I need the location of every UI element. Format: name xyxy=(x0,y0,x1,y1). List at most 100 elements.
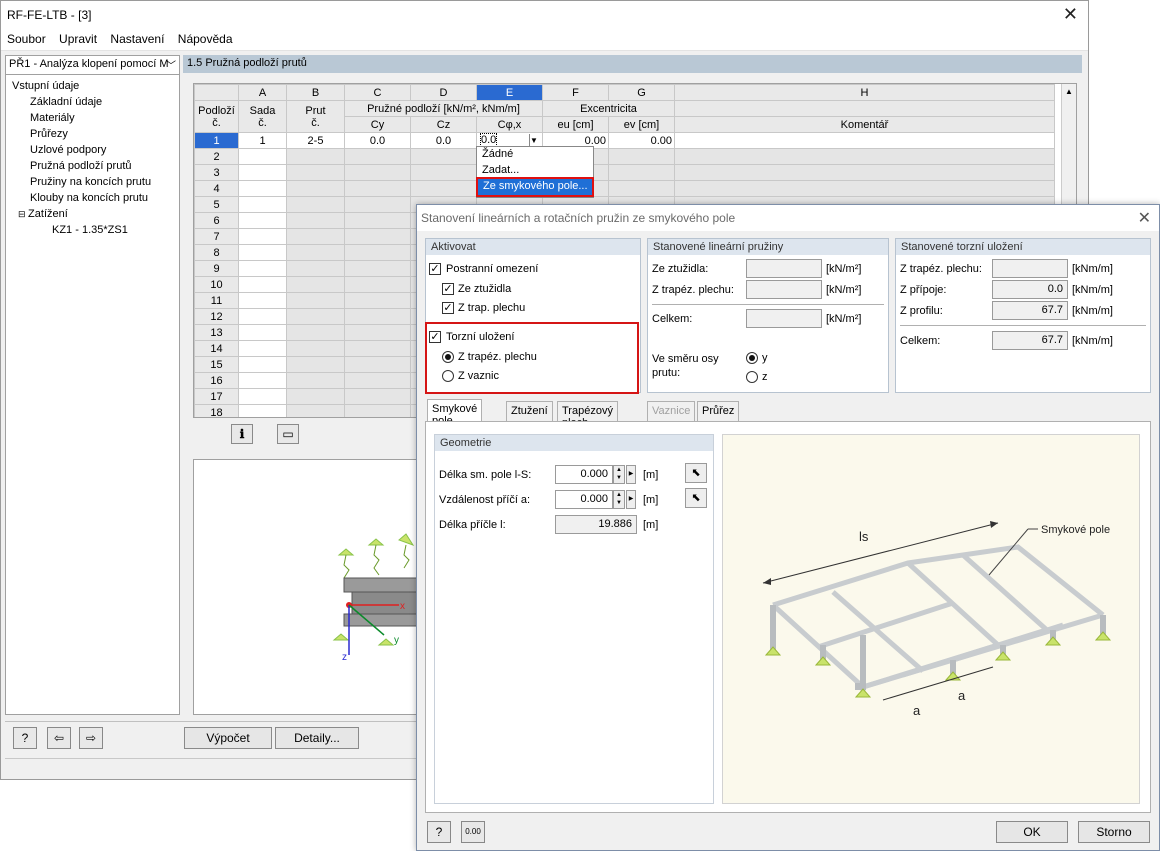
cell-cy[interactable]: 0.0 xyxy=(344,132,411,149)
chevron-down-icon[interactable]: ﹀ xyxy=(166,57,176,72)
table-cell[interactable] xyxy=(344,196,411,213)
help-icon[interactable]: ? xyxy=(13,727,37,749)
lateral-restraint-checkbox[interactable]: ✓ xyxy=(429,263,441,275)
menu-settings[interactable]: Nastavení xyxy=(104,29,168,46)
table-cell[interactable] xyxy=(344,388,411,405)
table-cell[interactable] xyxy=(238,356,287,373)
table-cell[interactable] xyxy=(286,340,345,357)
table-cell[interactable] xyxy=(286,148,345,165)
row-number[interactable]: 14 xyxy=(194,340,239,357)
row-number[interactable]: 2 xyxy=(194,148,239,165)
table-cell[interactable] xyxy=(674,180,1055,197)
table-cell[interactable] xyxy=(238,340,287,357)
table-cell[interactable] xyxy=(286,388,345,405)
tree-item-general-data[interactable]: Základní údaje xyxy=(6,94,151,110)
table-cell[interactable] xyxy=(286,212,345,229)
tab-cross-section[interactable]: Průřez xyxy=(697,401,740,421)
row-number[interactable]: 4 xyxy=(194,180,239,197)
table-cell[interactable] xyxy=(238,388,287,405)
dialog-close-icon[interactable]: ✕ xyxy=(1138,208,1151,228)
table-cell[interactable] xyxy=(344,404,411,417)
purlin-spacing-input[interactable]: 0.000 xyxy=(555,490,613,509)
tree-item-member-foundations[interactable]: Pružná podloží prutů xyxy=(6,158,151,174)
table-cell[interactable] xyxy=(286,292,345,309)
row-number[interactable]: 11 xyxy=(194,292,239,309)
table-cell[interactable] xyxy=(344,148,411,165)
table-cell[interactable] xyxy=(344,212,411,229)
calculate-button[interactable]: Výpočet xyxy=(184,727,272,749)
cancel-button[interactable]: Storno xyxy=(1078,821,1150,843)
table-cell[interactable] xyxy=(286,372,345,389)
tree-collapse-icon[interactable]: ⊟ xyxy=(18,209,28,219)
table-cell[interactable] xyxy=(286,356,345,373)
dropdown-item-none[interactable]: Žádné xyxy=(477,147,593,163)
pick-icon[interactable]: ⬉ xyxy=(685,463,707,483)
table-cell[interactable] xyxy=(286,276,345,293)
tree-item-member-end-hinges[interactable]: Klouby na koncích prutu xyxy=(6,190,151,206)
table-cell[interactable] xyxy=(344,180,411,197)
tree-item-nodal-supports[interactable]: Uzlové podpory xyxy=(6,142,151,158)
tree-item-materials[interactable]: Materiály xyxy=(6,110,151,126)
radio-axis-z[interactable] xyxy=(746,371,758,383)
table-cell[interactable] xyxy=(238,308,287,325)
dropdown-item-define[interactable]: Zadat... xyxy=(477,163,593,179)
table-cell[interactable] xyxy=(344,276,411,293)
table-cell[interactable] xyxy=(286,404,345,417)
ok-button[interactable]: OK xyxy=(996,821,1068,843)
view-model-icon[interactable]: ▭ xyxy=(277,424,299,444)
tree-item-load-combo[interactable]: KZ1 - 1.35*ZS1 xyxy=(6,222,151,238)
table-cell[interactable] xyxy=(286,180,345,197)
table-cell[interactable] xyxy=(238,292,287,309)
row-number[interactable]: 1 xyxy=(194,132,239,149)
row-number[interactable]: 9 xyxy=(194,260,239,277)
tab-purlins[interactable]: Vaznice xyxy=(647,401,696,421)
tab-shear-field[interactable]: Smykové pole xyxy=(427,399,483,427)
cell-cz[interactable]: 0.0 xyxy=(410,132,477,149)
menu-help[interactable]: Nápověda xyxy=(172,29,237,46)
table-cell[interactable] xyxy=(608,148,675,165)
case-select[interactable]: PŘ1 - Analýza klopení pomocí M ﹀ xyxy=(6,56,179,75)
row-number[interactable]: 8 xyxy=(194,244,239,261)
table-cell[interactable] xyxy=(238,212,287,229)
tree-item-cross-sections[interactable]: Průřezy xyxy=(6,126,151,142)
table-cell[interactable] xyxy=(286,196,345,213)
table-cell[interactable] xyxy=(344,260,411,277)
table-cell[interactable] xyxy=(238,180,287,197)
next-icon[interactable]: ⇨ xyxy=(79,727,103,749)
table-cell[interactable] xyxy=(410,164,477,181)
table-cell[interactable] xyxy=(286,324,345,341)
row-number[interactable]: 10 xyxy=(194,276,239,293)
table-cell[interactable] xyxy=(238,228,287,245)
pick-icon[interactable]: ⬉ xyxy=(685,488,707,508)
units-icon[interactable]: 0.00 xyxy=(461,821,485,843)
row-number[interactable]: 18 xyxy=(194,404,239,417)
tree-item-loads[interactable]: ⊟ Zatížení xyxy=(6,206,151,222)
dialog-help-icon[interactable]: ? xyxy=(427,821,451,843)
row-number[interactable]: 6 xyxy=(194,212,239,229)
tree-item-input-data[interactable]: Vstupní údaje xyxy=(6,78,151,94)
row-number[interactable]: 15 xyxy=(194,356,239,373)
table-cell[interactable] xyxy=(608,180,675,197)
table-cell[interactable] xyxy=(410,180,477,197)
spinner-icon[interactable]: ▲ ▼ xyxy=(613,465,625,484)
table-cell[interactable] xyxy=(344,228,411,245)
close-icon[interactable]: ✕ xyxy=(1063,4,1078,25)
tree-item-member-end-springs[interactable]: Pružiny na koncích prutu xyxy=(6,174,151,190)
dropdown-item-from-shear-field[interactable]: Ze smykového pole... xyxy=(476,177,594,197)
table-cell[interactable] xyxy=(286,308,345,325)
table-cell[interactable] xyxy=(286,244,345,261)
table-cell[interactable] xyxy=(344,164,411,181)
table-cell[interactable] xyxy=(238,404,287,417)
arrow-right-icon[interactable]: ▶ xyxy=(626,465,636,484)
table-cell[interactable] xyxy=(238,260,287,277)
row-number[interactable]: 17 xyxy=(194,388,239,405)
details-button[interactable]: Detaily... xyxy=(275,727,359,749)
table-cell[interactable] xyxy=(238,276,287,293)
table-cell[interactable] xyxy=(674,148,1055,165)
tab-bracing[interactable]: Ztužení xyxy=(506,401,553,421)
table-cell[interactable] xyxy=(344,372,411,389)
table-cell[interactable] xyxy=(238,244,287,261)
table-cell[interactable] xyxy=(286,260,345,277)
from-sheet-checkbox[interactable]: ✓ xyxy=(442,302,454,314)
info-icon[interactable]: ℹ xyxy=(231,424,253,444)
